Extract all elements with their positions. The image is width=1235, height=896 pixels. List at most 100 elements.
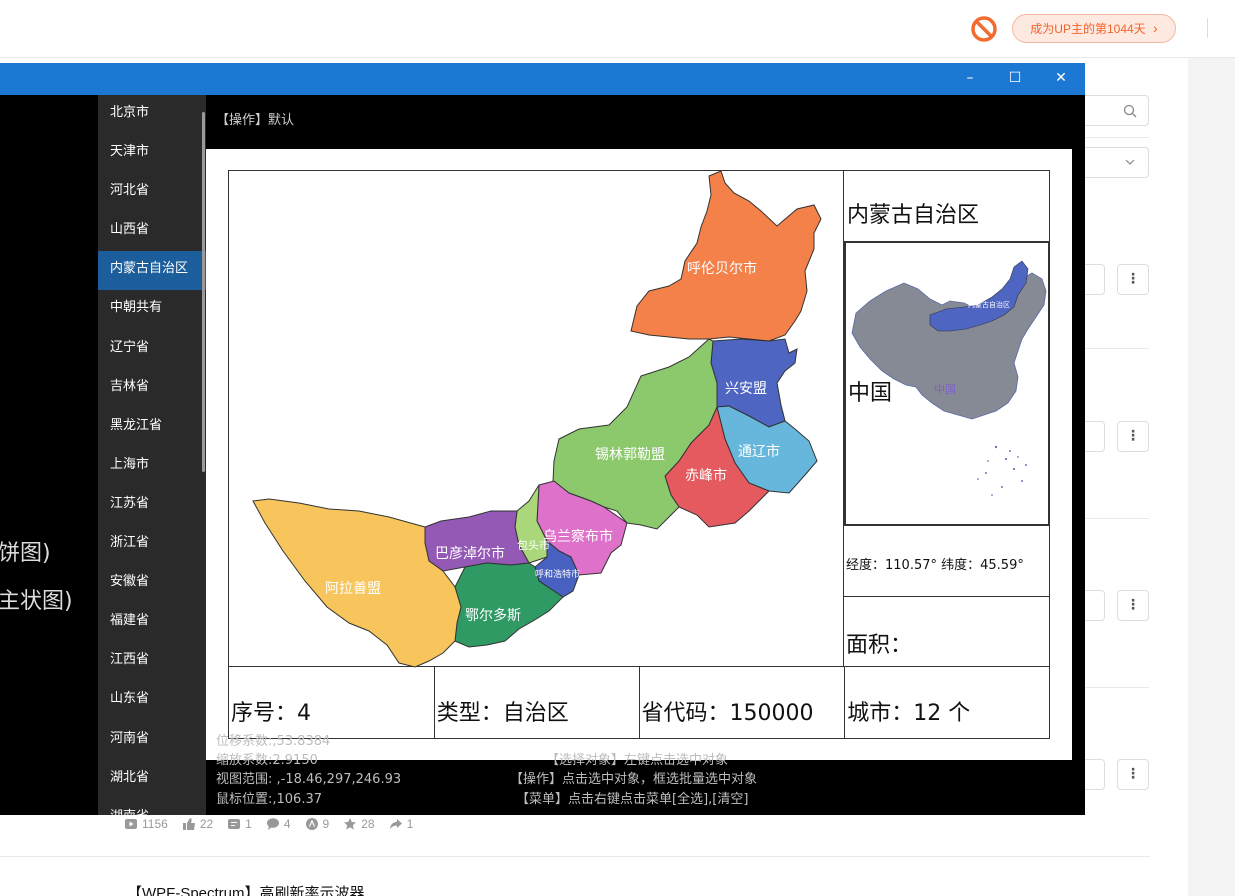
map-city-label: 呼和浩特市 bbox=[535, 568, 580, 580]
shares-count: 1 bbox=[406, 817, 414, 831]
left-label: 饼图) bbox=[0, 541, 51, 566]
operation-label: 【操作】默认 bbox=[216, 113, 295, 128]
close-button[interactable]: ✕ bbox=[1038, 63, 1084, 95]
country-label: 中国 bbox=[848, 381, 892, 406]
edit-button[interactable] bbox=[1085, 590, 1105, 621]
coins-stat: 1 bbox=[227, 817, 252, 831]
map-app-window: – ☐ ✕ 饼图) 主状图) 北京市 天津市 河北省 山西省 内蒙古自治区 中朝共有 辽宁省… bbox=[0, 63, 1085, 815]
map-city-label: 巴彦淖尔市 bbox=[435, 545, 505, 562]
type-text: 类型：自治区 bbox=[436, 701, 569, 726]
map-city-label: 乌兰察布市 bbox=[543, 528, 613, 545]
china-minimap[interactable]: 内蒙古自治区 中国 中国 bbox=[844, 241, 1050, 526]
chevron-right-icon: › bbox=[1153, 20, 1158, 36]
province-item[interactable]: 河北省 bbox=[98, 173, 206, 212]
favorites-stat: 28 bbox=[343, 817, 375, 831]
province-item[interactable]: 黑龙江省 bbox=[98, 408, 206, 447]
map-city-label: 阿拉善盟 bbox=[325, 581, 381, 597]
province-item[interactable]: 浙江省 bbox=[98, 525, 206, 564]
china-map[interactable]: 内蒙古自治区 中国 中国 bbox=[846, 243, 1048, 524]
minimap-region-label: 内蒙古自治区 bbox=[968, 300, 1010, 309]
province-item[interactable]: 北京市 bbox=[98, 95, 206, 134]
cities-text: 城市：12 个 bbox=[847, 701, 971, 726]
views-stat: 1156 bbox=[124, 817, 168, 831]
edit-button[interactable] bbox=[1085, 421, 1105, 452]
comments-count: 4 bbox=[283, 817, 291, 831]
province-item[interactable]: 内蒙古自治区 bbox=[98, 251, 206, 291]
map-region-hulunbuir[interactable] bbox=[630, 170, 822, 342]
divider bbox=[1085, 518, 1149, 519]
charge-stat: 9 bbox=[305, 817, 329, 831]
province-item[interactable]: 天津市 bbox=[98, 134, 206, 173]
minimize-button[interactable]: – bbox=[947, 63, 993, 95]
shares-stat: 1 bbox=[389, 817, 414, 831]
coords-cell: 经度：110.57° 纬度：45.59° bbox=[844, 526, 1050, 597]
edit-button[interactable] bbox=[1085, 759, 1105, 790]
likes-stat: 22 bbox=[182, 817, 213, 831]
danmaku-icon bbox=[228, 819, 241, 829]
province-item[interactable]: 安徽省 bbox=[98, 564, 206, 603]
province-item[interactable]: 山西省 bbox=[98, 212, 206, 251]
region-map[interactable]: 呼伦贝尔市 兴安盟 通辽市 赤峰市 锡林郭勒盟 乌兰察布市 包头市 呼和浩特市 … bbox=[229, 170, 845, 668]
status-view-range: 视图范围: ,-18.46,297,246.93 bbox=[216, 772, 402, 787]
edit-button[interactable] bbox=[1085, 264, 1105, 295]
tip-operate: 【操作】点击选中对象，框选批量选中对象 bbox=[510, 772, 758, 787]
thumbs-up-icon bbox=[182, 818, 195, 830]
more-button[interactable]: ⋮ bbox=[1117, 421, 1149, 452]
more-button[interactable]: ⋮ bbox=[1117, 264, 1149, 295]
map-frame[interactable]: 呼伦贝尔市 兴安盟 通辽市 赤峰市 锡林郭勒盟 乌兰察布市 包头市 呼和浩特市 … bbox=[228, 170, 845, 668]
views-count: 1156 bbox=[142, 817, 168, 831]
cities-cell: 城市：12 个 bbox=[845, 667, 1049, 738]
province-item[interactable]: 江西省 bbox=[98, 642, 206, 681]
likes-count: 22 bbox=[199, 817, 214, 831]
map-canvas[interactable]: 呼伦贝尔市 兴安盟 通辽市 赤峰市 锡林郭勒盟 乌兰察布市 包头市 呼和浩特市 … bbox=[206, 149, 1072, 760]
header-divider bbox=[1207, 18, 1208, 38]
tip-menu: 【菜单】点击右键点击菜单[全选],[清空] bbox=[516, 792, 749, 807]
status-zoom: 缩放系数:2.9150 bbox=[216, 753, 318, 768]
province-item[interactable]: 吉林省 bbox=[98, 369, 206, 408]
map-city-label: 通辽市 bbox=[738, 443, 780, 460]
coin-icon bbox=[305, 818, 318, 830]
index-text: 序号：4 bbox=[231, 701, 311, 726]
province-item[interactable]: 山东省 bbox=[98, 681, 206, 720]
province-item[interactable]: 湖南省 bbox=[98, 799, 206, 815]
map-city-label: 鄂尔多斯 bbox=[465, 607, 521, 624]
video-title[interactable]: 【WPF-Spectrum】高刷新率示波器 bbox=[127, 882, 365, 896]
up-days-button[interactable]: 成为UP主的第1044天 › bbox=[1012, 14, 1176, 43]
divider bbox=[1085, 348, 1149, 349]
province-item[interactable]: 湖北省 bbox=[98, 760, 206, 799]
region-info-row: 序号：4 类型：自治区 省代码：150000 城市：12 个 bbox=[228, 667, 1050, 739]
code-text: 省代码：150000 bbox=[641, 701, 814, 726]
ban-icon[interactable] bbox=[970, 15, 998, 43]
star-icon bbox=[344, 818, 357, 830]
maximize-button[interactable]: ☐ bbox=[992, 63, 1038, 95]
province-item[interactable]: 中朝共有 bbox=[98, 290, 206, 329]
divider bbox=[1085, 137, 1149, 138]
minimap-islands bbox=[977, 445, 1027, 496]
map-region-bayannur[interactable] bbox=[424, 510, 530, 572]
tip-select: 【选择对象】左键点击选中对象 bbox=[546, 753, 729, 768]
site-header: 成为UP主的第1044天 › bbox=[0, 0, 1235, 58]
sort-select[interactable] bbox=[1085, 147, 1149, 178]
window-titlebar[interactable]: – ☐ ✕ bbox=[0, 63, 1085, 95]
province-item[interactable]: 江苏省 bbox=[98, 486, 206, 525]
divider bbox=[0, 856, 1150, 857]
map-city-label: 锡林郭勒盟 bbox=[595, 446, 665, 463]
search-input[interactable] bbox=[1085, 95, 1149, 126]
province-item[interactable]: 河南省 bbox=[98, 721, 206, 760]
province-item[interactable]: 上海市 bbox=[98, 447, 206, 486]
more-button[interactable]: ⋮ bbox=[1117, 590, 1149, 621]
province-list[interactable]: 北京市 天津市 河北省 山西省 内蒙古自治区 中朝共有 辽宁省 吉林省 黑龙江省 上海市 江苏省 浙江… bbox=[98, 95, 206, 815]
favorites-count: 28 bbox=[361, 817, 375, 831]
divider bbox=[1085, 687, 1149, 688]
search-icon[interactable] bbox=[1123, 104, 1137, 118]
more-button[interactable]: ⋮ bbox=[1117, 759, 1149, 790]
type-cell: 类型：自治区 bbox=[435, 667, 640, 738]
comment-icon bbox=[266, 818, 279, 830]
scrollbar[interactable] bbox=[202, 112, 205, 472]
region-title: 内蒙古自治区 bbox=[847, 203, 980, 228]
map-city-label: 包头市 bbox=[517, 538, 550, 552]
province-item[interactable]: 辽宁省 bbox=[98, 330, 206, 369]
map-city-label: 赤峰市 bbox=[685, 467, 727, 484]
province-item[interactable]: 福建省 bbox=[98, 603, 206, 642]
play-icon bbox=[125, 819, 137, 829]
